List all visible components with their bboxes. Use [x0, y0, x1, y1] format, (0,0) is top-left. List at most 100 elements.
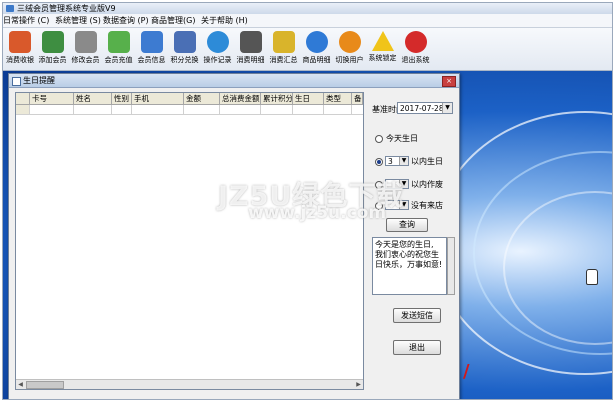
- toolbar-label: 商品明细: [302, 56, 331, 64]
- goods-detail-icon: [305, 31, 328, 53]
- table-cell: [293, 105, 324, 114]
- toolbar-label: 切换用户: [335, 56, 364, 64]
- radio-days-birthday[interactable]: [375, 158, 383, 166]
- window-title: 三绒会员管理系统专业版V9: [17, 4, 116, 13]
- dialog-title-bar: 生日提醒 ×: [9, 74, 459, 88]
- menu-help[interactable]: 关于帮助 (H): [201, 14, 248, 27]
- column-header[interactable]: 总消费金额: [220, 93, 261, 104]
- radio-absent-label: 没有来店: [411, 201, 443, 210]
- points-exchange-icon: [173, 31, 196, 53]
- exit-dialog-button[interactable]: 退出: [393, 340, 441, 355]
- column-header[interactable]: 类型: [324, 93, 352, 104]
- consume-detail-icon: [239, 31, 262, 53]
- toolbar-label: 会员充值: [104, 56, 133, 64]
- radio-today-label: 今天生日: [386, 134, 418, 143]
- radio-days-label: 以内生日: [411, 157, 443, 166]
- toolbar-goods-detail-button[interactable]: 商品明细: [300, 30, 333, 68]
- close-icon[interactable]: ×: [442, 76, 456, 87]
- toolbar-cashier-button[interactable]: 消费收银: [4, 30, 36, 68]
- add-member-icon: [41, 31, 64, 53]
- column-header[interactable]: 手机: [132, 93, 184, 104]
- toolbar-exit-button[interactable]: 退出系统: [399, 30, 432, 68]
- radio-today-birthday[interactable]: [375, 135, 383, 143]
- toolbar-operation-log-button[interactable]: 操作记录: [201, 30, 234, 68]
- column-header[interactable]: 卡号: [30, 93, 74, 104]
- consume-summary-icon: [272, 31, 295, 53]
- column-header[interactable]: 备: [352, 93, 363, 104]
- row-indicator-header: [16, 93, 30, 104]
- grid-header: 卡号 姓名 性别 手机 金额 总消费金额 累计积分 生日 类型 备: [16, 93, 363, 105]
- table-cell: [220, 105, 261, 114]
- horizontal-scrollbar[interactable]: ◀ ▶: [16, 379, 363, 389]
- toolbar-switch-user-button[interactable]: 切换用户: [333, 30, 366, 68]
- radio-expire-label: 以内作废: [411, 180, 443, 189]
- toolbar-label: 系统锁定: [368, 54, 397, 62]
- sms-message-textarea[interactable]: 今天是您的生日, 我们衷心的祝您生 日快乐，万事如意!: [372, 237, 447, 295]
- title-bar: 三绒会员管理系统专业版V9: [3, 3, 612, 14]
- column-header[interactable]: 生日: [293, 93, 324, 104]
- toolbar-consume-detail-button[interactable]: 消费明细: [234, 30, 267, 68]
- background-red-mark: /: [463, 361, 470, 382]
- base-date-picker[interactable]: 2017-07-28 ▼: [397, 102, 453, 114]
- toolbar-member-info-button[interactable]: 会员信息: [135, 30, 168, 68]
- toolbar-label: 退出系统: [401, 56, 430, 64]
- toolbar-label: 添加会员: [38, 56, 67, 64]
- switch-user-icon: [338, 31, 361, 53]
- toolbar-add-member-button[interactable]: 添加会员: [36, 30, 69, 68]
- birthday-reminder-dialog: 生日提醒 × 卡号 姓名 性别 手机 金额 总消费金额 累计积分 生日 类型 备: [8, 73, 460, 399]
- column-header[interactable]: 累计积分: [261, 93, 293, 104]
- exit-icon: [404, 31, 427, 53]
- system-lock-icon: [371, 31, 394, 51]
- menu-goods-manage[interactable]: 商品管理(G): [151, 14, 195, 27]
- toolbar-lock-button[interactable]: 系统锁定: [366, 30, 399, 68]
- search-record-icon: [206, 31, 229, 53]
- dialog-icon: [12, 77, 21, 86]
- toolbar: 消费收银 添加会员 修改会员 会员充值 会员信息 积分兑换 操作记录 消费明细: [3, 28, 612, 71]
- table-cell: [184, 105, 220, 114]
- scroll-left-icon[interactable]: ◀: [16, 380, 25, 389]
- user-cashier-icon: [9, 31, 31, 53]
- dialog-title: 生日提醒: [23, 76, 55, 85]
- table-cell: [132, 105, 184, 114]
- toolbar-label: 会员信息: [137, 56, 166, 64]
- table-cell: [30, 105, 74, 114]
- scroll-right-icon[interactable]: ▶: [354, 380, 363, 389]
- base-date-value: 2017-07-28: [400, 104, 444, 113]
- table-cell: [261, 105, 293, 114]
- toolbar-consume-summary-button[interactable]: 消费汇总: [267, 30, 300, 68]
- menu-daily-ops[interactable]: 日常操作 (C): [3, 14, 49, 27]
- table-row[interactable]: [16, 105, 363, 115]
- toolbar-recharge-button[interactable]: 会员充值: [102, 30, 135, 68]
- toolbar-label: 修改会员: [71, 56, 100, 64]
- column-header[interactable]: 性别: [112, 93, 132, 104]
- send-sms-button[interactable]: 发送短信: [393, 308, 441, 323]
- column-header[interactable]: 金额: [184, 93, 220, 104]
- table-cell: [112, 105, 132, 114]
- toolbar-points-exchange-button[interactable]: 积分兑换: [168, 30, 201, 68]
- menu-bar: 日常操作 (C) 系统管理 (S) 数据查询 (P) 商品管理(G) 关于帮助 …: [3, 14, 612, 28]
- toolbar-label: 消费明细: [236, 56, 265, 64]
- toolbar-label: 操作记录: [203, 56, 232, 64]
- toolbar-edit-member-button[interactable]: 修改会员: [69, 30, 102, 68]
- column-header[interactable]: 姓名: [74, 93, 112, 104]
- menu-data-query[interactable]: 数据查询 (P): [103, 14, 149, 27]
- recharge-icon: [107, 31, 130, 53]
- memo-scrollbar[interactable]: [447, 237, 455, 295]
- hand-cursor-icon: [586, 269, 598, 285]
- table-cell: [74, 105, 112, 114]
- chevron-down-icon[interactable]: ▼: [442, 103, 452, 113]
- days-value: 3: [388, 157, 393, 166]
- member-grid[interactable]: 卡号 姓名 性别 手机 金额 总消费金额 累计积分 生日 类型 备 ◀ ▶: [15, 92, 364, 390]
- menu-system-manage[interactable]: 系统管理 (S): [55, 14, 101, 27]
- member-info-icon: [140, 31, 163, 53]
- chevron-down-icon[interactable]: ▼: [399, 157, 408, 165]
- scroll-thumb[interactable]: [26, 381, 64, 389]
- days-select[interactable]: 3 ▼: [385, 156, 409, 166]
- toolbar-label: 消费收银: [6, 56, 34, 64]
- watermark-url: www.jz5u.com: [248, 203, 387, 223]
- edit-member-icon: [74, 31, 97, 53]
- toolbar-label: 积分兑换: [170, 56, 199, 64]
- toolbar-label: 消费汇总: [269, 56, 298, 64]
- query-button[interactable]: 查询: [386, 218, 428, 232]
- app-logo-icon: [6, 5, 14, 12]
